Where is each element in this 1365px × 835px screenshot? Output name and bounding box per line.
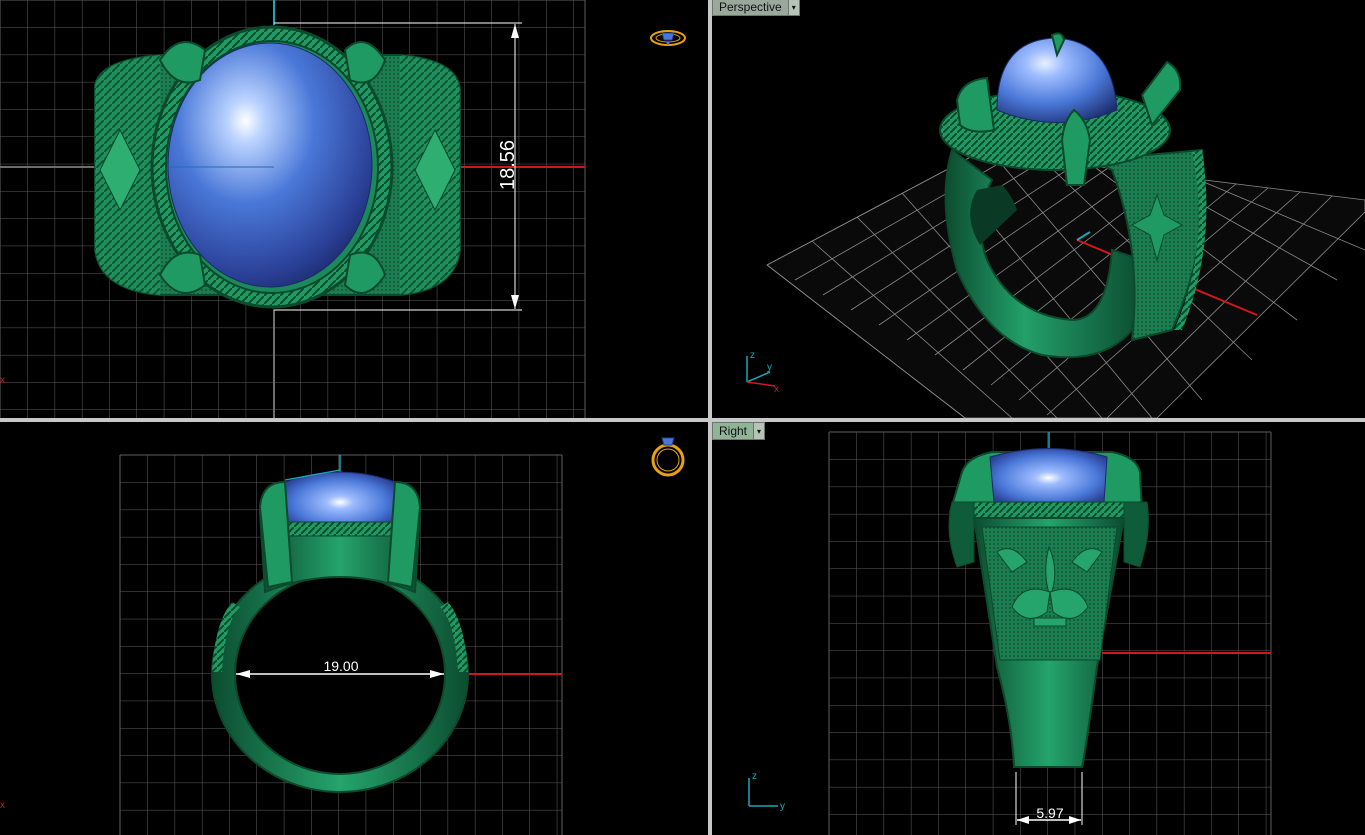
viewport-right[interactable]: 5.97 z y Right ▾ (712, 422, 1365, 835)
viewport-front[interactable]: 19.00 x (0, 422, 708, 835)
dimension-label-width: 19.00 (323, 658, 358, 674)
perspective-grid (766, 151, 1365, 418)
axis-label-x: x (774, 384, 779, 395)
dimension-label-height: 18.56 (497, 140, 519, 190)
axis-label-y: y (780, 801, 785, 812)
chevron-down-icon[interactable]: ▾ (753, 423, 765, 439)
front-view-canvas: 19.00 x (0, 437, 685, 835)
axis-label-y: y (767, 362, 772, 373)
ring-top-view-icon[interactable] (650, 30, 686, 46)
axis-label-z: z (750, 350, 755, 361)
axis-label-z: z (752, 771, 757, 782)
viewport-perspective[interactable]: z y x Perspective ▾ (712, 0, 1365, 418)
viewport-tab-perspective[interactable]: Perspective ▾ (712, 0, 800, 16)
top-view-canvas: 18.56 x (0, 0, 686, 418)
perspective-canvas: z y x (746, 32, 1365, 418)
axis-gizmo: z y x (746, 350, 779, 395)
chevron-down-icon[interactable]: ▾ (787, 0, 799, 15)
viewport-divider-horizontal[interactable] (0, 418, 1365, 422)
right-view-canvas: 5.97 z y (748, 431, 1272, 835)
viewport-top[interactable]: 18.56 x (0, 0, 708, 418)
viewport-label: Right (719, 424, 748, 438)
axis-label-x: x (0, 375, 5, 386)
dimension-label-shank: 5.97 (1036, 805, 1063, 821)
ring-front-view-icon[interactable] (651, 437, 685, 477)
axis-label-x: x (0, 800, 5, 811)
viewport-tab-right[interactable]: Right ▾ (712, 422, 766, 440)
axis-gizmo: z y (748, 771, 785, 812)
viewport-label: Perspective (719, 0, 782, 14)
